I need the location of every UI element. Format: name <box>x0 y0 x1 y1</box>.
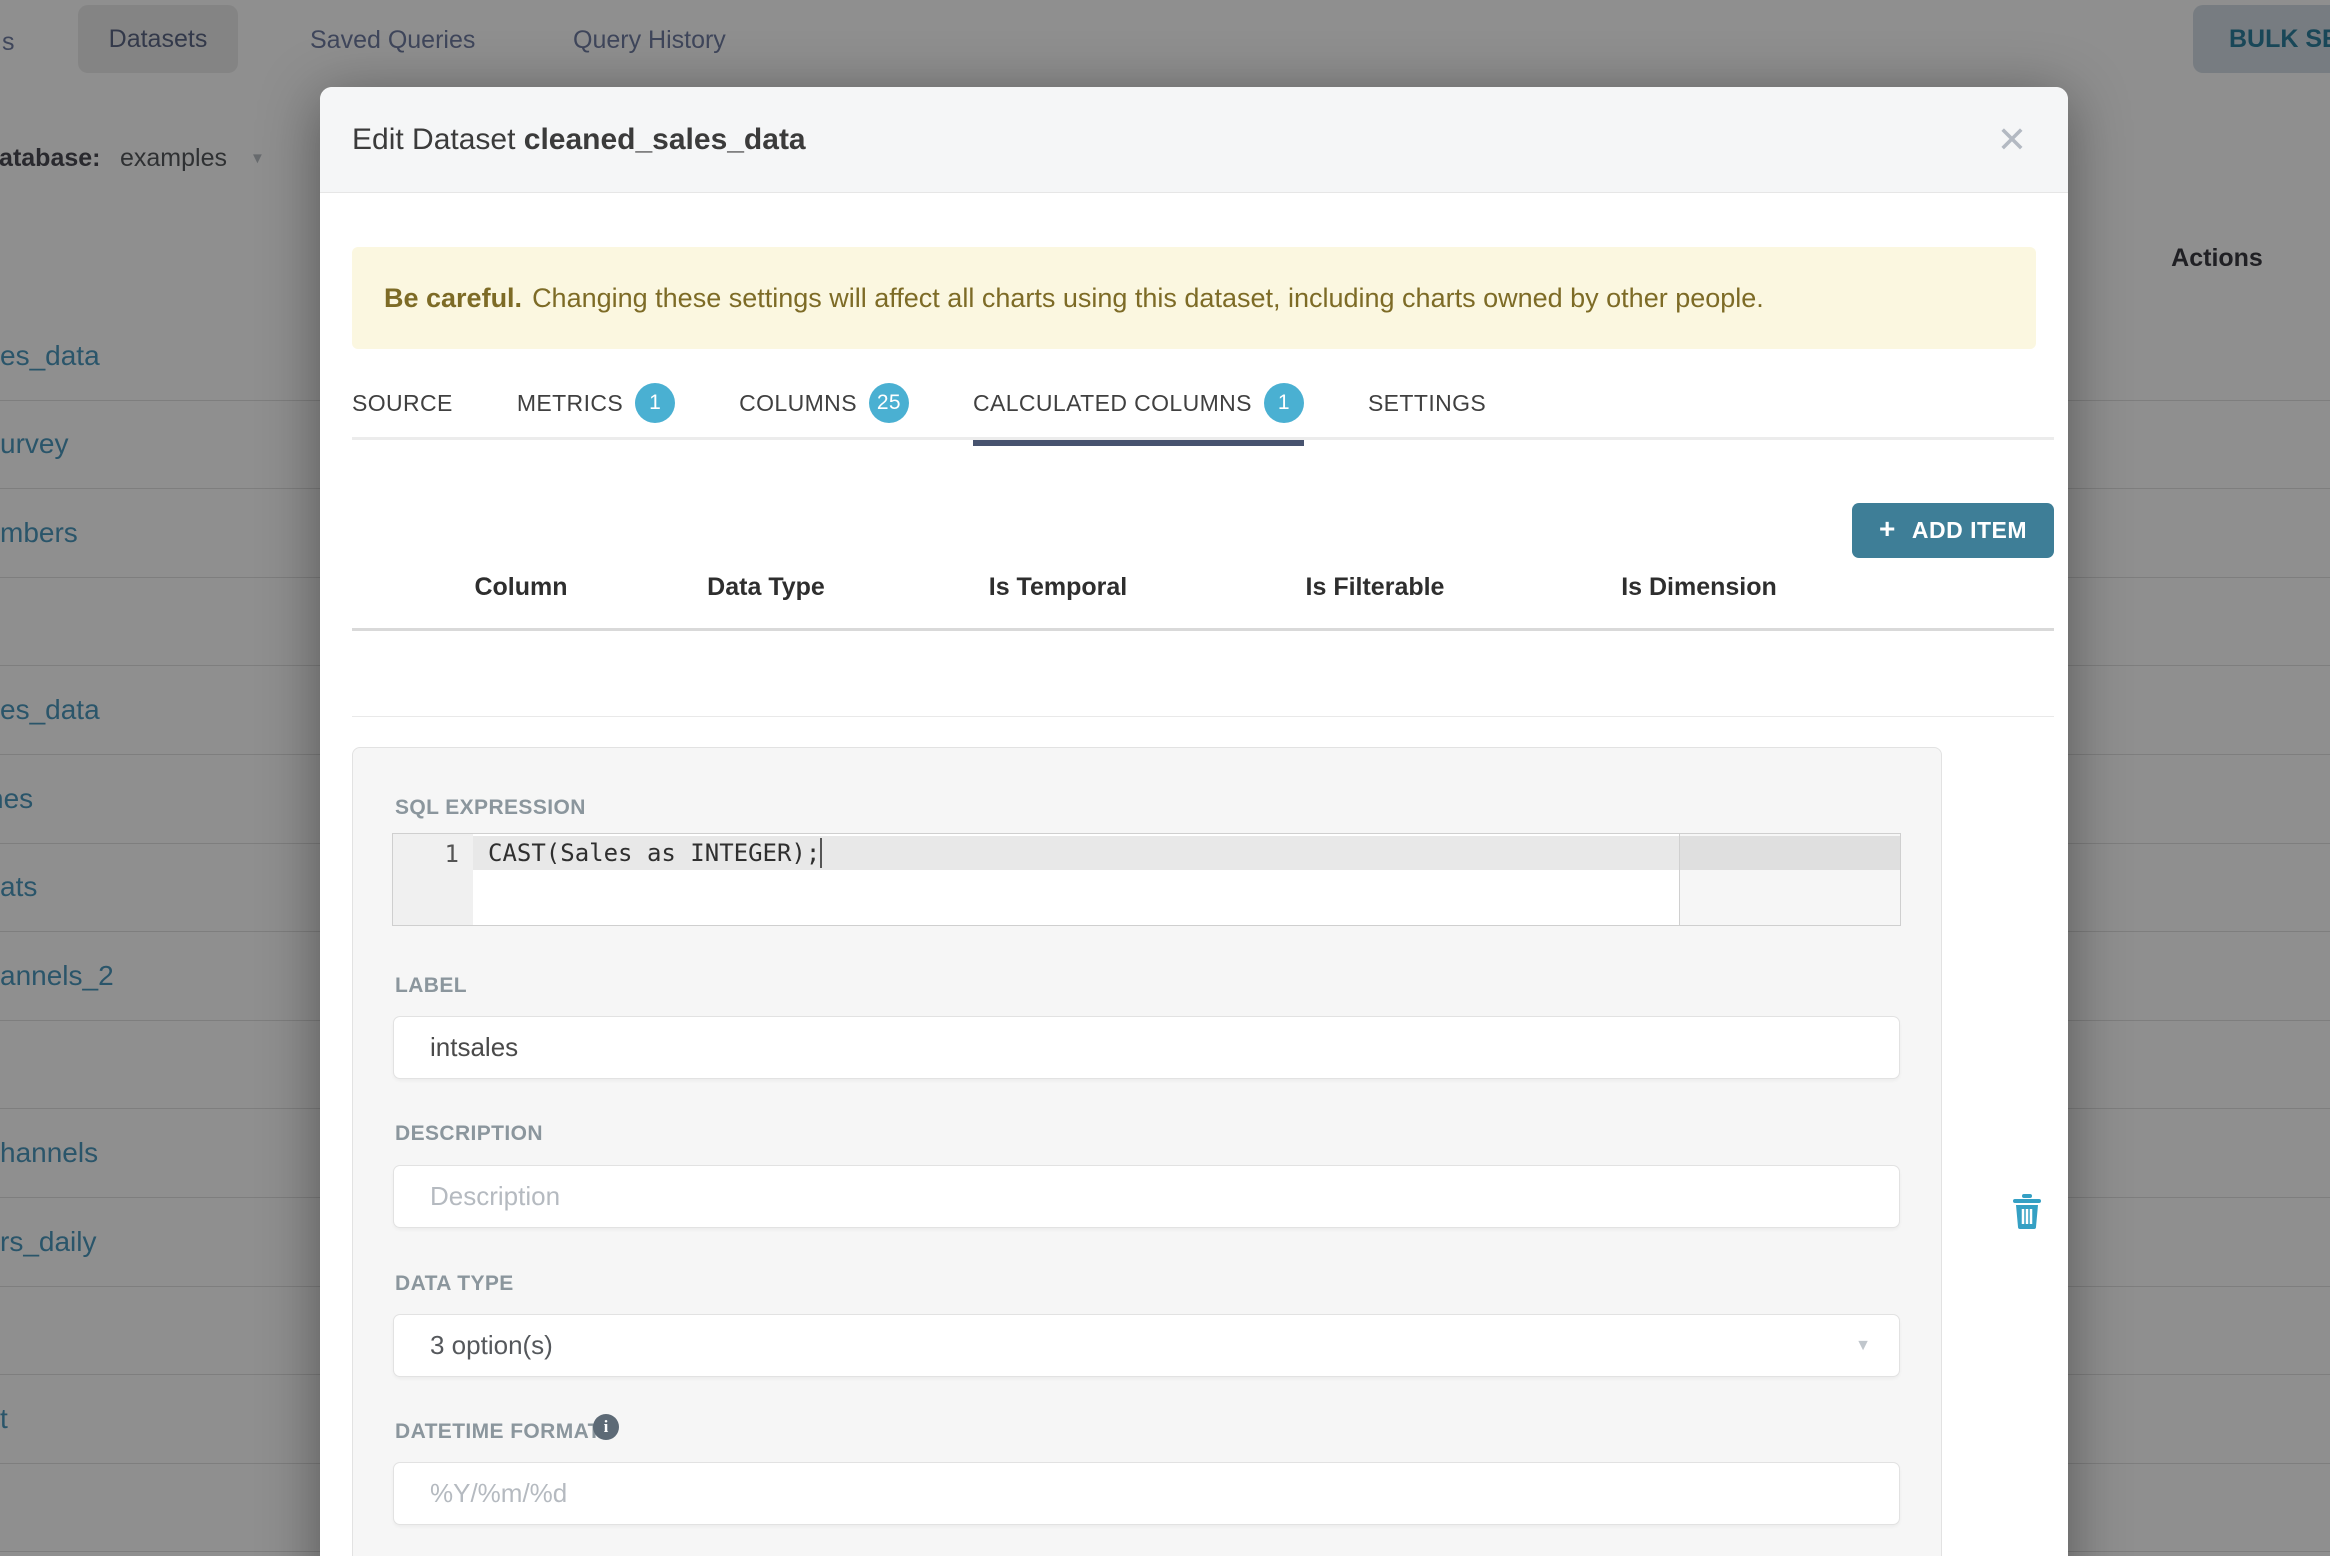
tab-count-badge: 1 <box>1263 383 1304 423</box>
column-header: Is Filterable <box>1305 573 1445 601</box>
text-cursor <box>820 838 822 868</box>
delete-row-button[interactable] <box>2012 1193 2042 1234</box>
modal-tabs: SOURCE METRICS 1 COLUMNS 25 CALCULATED COL… <box>352 375 1486 446</box>
editor-gutter: 1 <box>393 834 473 925</box>
warning-banner-bold: Be careful. <box>384 282 523 313</box>
column-header: Is Dimension <box>1621 573 1777 601</box>
print-margin-line <box>1679 834 1680 925</box>
calculated-column-detail-panel: SQL EXPRESSION 1 CAST(Sales as INTEGER);… <box>352 747 1942 1556</box>
column-header: Data Type <box>707 573 825 601</box>
column-header: Column <box>474 573 568 601</box>
sql-expression-label: SQL EXPRESSION <box>395 796 586 819</box>
warning-banner-text: Changing these settings will affect all … <box>532 282 1764 313</box>
close-icon[interactable]: ✕ <box>1982 87 2042 193</box>
row-divider <box>352 716 2054 717</box>
modal-title: Edit Dataset cleaned_sales_data <box>352 87 806 193</box>
tab-label: CALCULATED COLUMNS <box>972 389 1252 416</box>
plus-icon: + <box>1878 513 1896 544</box>
tab-calculated-columns[interactable]: CALCULATED COLUMNS 1 <box>972 375 1304 446</box>
info-icon[interactable]: i <box>593 1414 619 1440</box>
tab-label: SETTINGS <box>1367 389 1487 416</box>
edit-dataset-modal: Edit Dataset cleaned_sales_data ✕ Be car… <box>320 87 2068 1556</box>
print-margin-shade <box>1679 834 1900 925</box>
warning-banner: Be careful. Changing these settings will… <box>352 247 2036 349</box>
tab-count-badge: 1 <box>635 383 676 423</box>
add-item-label: ADD ITEM <box>1911 517 2028 543</box>
dataset-name: cleaned_sales_data <box>523 123 806 156</box>
tab-metrics[interactable]: METRICS 1 <box>516 375 676 437</box>
data-type-select[interactable]: 3 option(s) ▼ <box>393 1314 1900 1377</box>
sql-code-text: CAST(Sales as INTEGER); <box>488 839 821 867</box>
description-input[interactable] <box>393 1165 1900 1228</box>
add-item-button[interactable]: + ADD ITEM <box>1852 503 2054 558</box>
data-type-label: DATA TYPE <box>395 1272 514 1295</box>
tab-label: METRICS <box>516 389 624 416</box>
column-header: Is Temporal <box>988 573 1128 601</box>
tab-source[interactable]: SOURCE <box>352 375 453 437</box>
sql-expression-editor[interactable]: 1 CAST(Sales as INTEGER); <box>392 833 1901 926</box>
trash-icon <box>2013 1194 2041 1229</box>
modal-header: Edit Dataset cleaned_sales_data ✕ <box>320 87 2068 193</box>
data-type-value: 3 option(s) <box>430 1330 553 1360</box>
tabs-divider <box>352 437 2054 440</box>
chevron-down-icon: ▼ <box>1855 1337 1871 1354</box>
modal-title-prefix: Edit Dataset <box>352 123 524 156</box>
calculated-columns-header-row: Column Data Type Is Temporal Is Filterab… <box>320 573 2068 619</box>
tab-count-badge: 25 <box>868 383 909 423</box>
description-field-label: DESCRIPTION <box>395 1122 543 1145</box>
datasets-page: s Datasets Saved Queries Query History B… <box>0 0 2330 1556</box>
datetime-format-input[interactable] <box>393 1462 1900 1525</box>
tab-label: SOURCE <box>352 389 453 416</box>
label-input[interactable] <box>393 1016 1900 1079</box>
calculated-column-row: intsales <box>320 631 2068 1234</box>
line-number: 1 <box>444 840 459 868</box>
tab-label: COLUMNS <box>739 389 857 416</box>
tab-settings[interactable]: SETTINGS <box>1368 375 1486 437</box>
datetime-format-label: DATETIME FORMAT <box>395 1420 601 1443</box>
label-field-label: LABEL <box>395 974 467 997</box>
tab-columns[interactable]: COLUMNS 25 <box>739 375 909 437</box>
